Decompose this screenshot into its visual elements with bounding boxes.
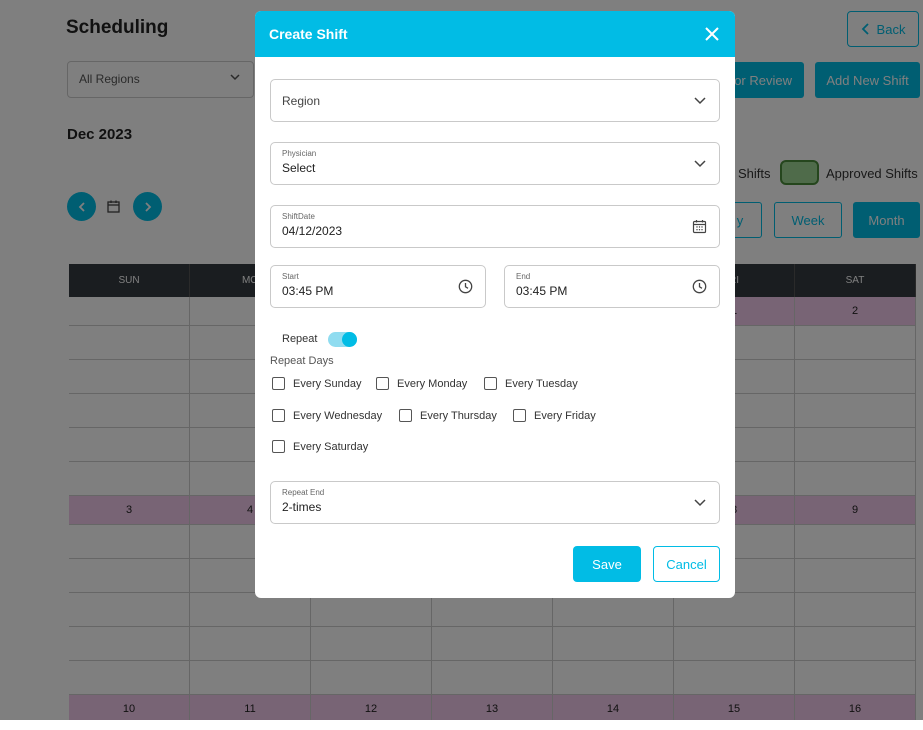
checkbox-label: Every Thursday xyxy=(420,409,497,422)
every-monday-checkbox[interactable]: Every Monday xyxy=(376,377,467,390)
every-friday-checkbox[interactable]: Every Friday xyxy=(513,409,596,422)
shift-date-value: 04/12/2023 xyxy=(282,224,343,238)
save-button[interactable]: Save xyxy=(573,546,641,582)
chevron-down-icon xyxy=(693,495,707,514)
checkbox-box[interactable] xyxy=(513,409,526,422)
repeat-label: Repeat xyxy=(282,333,318,345)
checkbox-box[interactable] xyxy=(272,440,285,453)
every-sunday-checkbox[interactable]: Every Sunday xyxy=(272,377,361,390)
checkbox-label: Every Saturday xyxy=(293,440,369,453)
calendar-icon[interactable] xyxy=(692,219,707,239)
repeat-end-select[interactable]: Repeat End 2-times xyxy=(270,481,720,524)
every-thursday-checkbox[interactable]: Every Thursday xyxy=(399,409,497,422)
repeat-days-label: Repeat Days xyxy=(270,355,334,367)
checkbox-box[interactable] xyxy=(484,377,497,390)
repeat-end-value: 2-times xyxy=(282,500,322,514)
every-tuesday-checkbox[interactable]: Every Tuesday xyxy=(484,377,578,390)
repeat-toggle-knob xyxy=(342,332,357,347)
every-wednesday-checkbox[interactable]: Every Wednesday xyxy=(272,409,382,422)
save-button-label: Save xyxy=(592,556,622,572)
start-time-value: 03:45 PM xyxy=(282,284,334,298)
checkbox-label: Every Sunday xyxy=(293,377,362,390)
repeat-end-label: Repeat End xyxy=(282,488,325,497)
checkbox-box[interactable] xyxy=(399,409,412,422)
chevron-down-icon xyxy=(693,93,707,112)
checkbox-box[interactable] xyxy=(272,409,285,422)
start-time-field[interactable]: Start 03:45 PM xyxy=(270,265,486,308)
shift-date-field[interactable]: ShiftDate 04/12/2023 xyxy=(270,205,720,248)
checkbox-label: Every Monday xyxy=(397,377,468,390)
create-shift-modal: Create Shift Region Physician Select Shi… xyxy=(255,11,735,598)
checkbox-label: Every Wednesday xyxy=(293,409,383,422)
close-icon[interactable] xyxy=(703,25,721,43)
checkbox-label: Every Tuesday xyxy=(505,377,578,390)
shift-date-label: ShiftDate xyxy=(282,212,315,221)
physician-select[interactable]: Physician Select xyxy=(270,142,720,185)
region-select-placeholder: Region xyxy=(282,94,321,108)
end-time-field[interactable]: End 03:45 PM xyxy=(504,265,720,308)
modal-title: Create Shift xyxy=(269,26,348,42)
cancel-button[interactable]: Cancel xyxy=(653,546,720,582)
chevron-down-icon xyxy=(693,156,707,175)
repeat-toggle[interactable] xyxy=(328,332,357,347)
modal-header: Create Shift xyxy=(255,11,735,57)
clock-icon[interactable] xyxy=(692,279,707,299)
start-time-label: Start xyxy=(282,272,299,281)
end-time-label: End xyxy=(516,272,531,281)
checkbox-box[interactable] xyxy=(272,377,285,390)
physician-label: Physician xyxy=(282,149,317,158)
every-saturday-checkbox[interactable]: Every Saturday xyxy=(272,440,368,453)
cancel-button-label: Cancel xyxy=(666,556,707,572)
physician-value: Select xyxy=(282,161,316,175)
clock-icon[interactable] xyxy=(458,279,473,299)
region-select[interactable]: Region xyxy=(270,79,720,122)
end-time-value: 03:45 PM xyxy=(516,284,568,298)
checkbox-box[interactable] xyxy=(376,377,389,390)
checkbox-label: Every Friday xyxy=(534,409,596,422)
